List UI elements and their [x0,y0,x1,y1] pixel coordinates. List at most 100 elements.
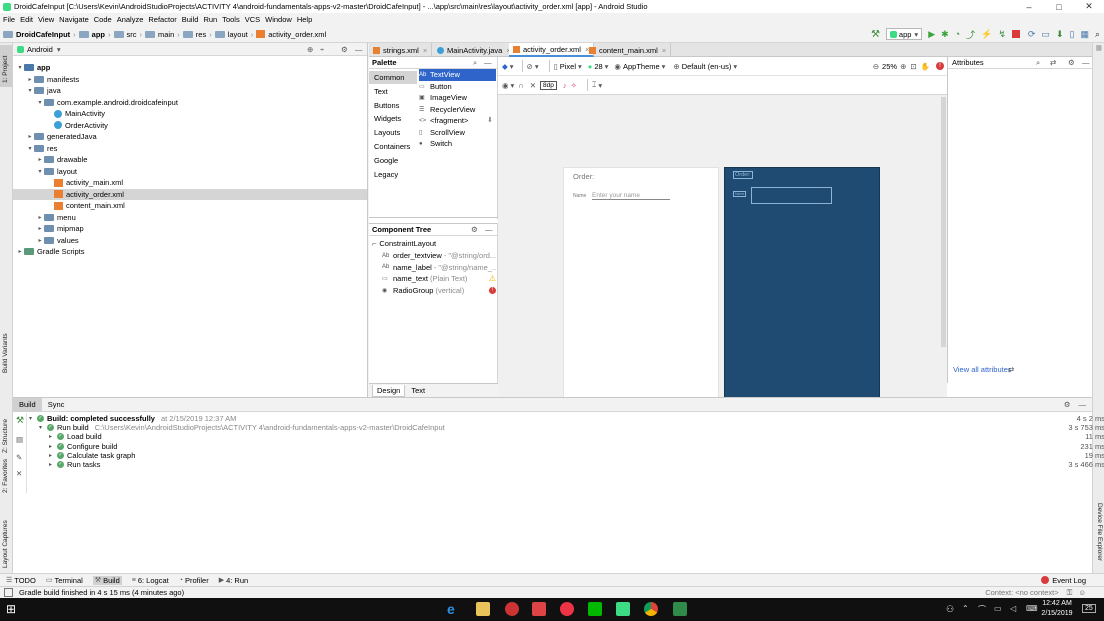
tool-window-profiler[interactable]: ◔ Profiler [179,576,209,585]
volume-icon[interactable]: ◁ [1010,604,1016,613]
hammer-icon[interactable]: ⚒ [16,415,24,426]
api-select[interactable]: 28 [594,62,602,71]
breadcrumb-project[interactable]: DroidCafeInput [16,30,70,39]
order-label[interactable]: Order: [573,172,594,181]
build-row[interactable]: ▸ ✓ Calculate task graph 19 ms [29,451,1104,460]
palette-widget[interactable]: ▭ Button [419,81,452,93]
component-item[interactable]: Ab order_textview - "@string/ord... [382,250,496,262]
zoom-fit-icon[interactable]: ⊡ [910,62,916,71]
tree-item[interactable]: ▸ drawable [13,154,367,166]
close-icon[interactable]: ✕ [16,469,22,478]
gear-icon[interactable]: ⚙ [1064,400,1071,409]
menu-item-code[interactable]: Code [94,15,112,24]
project-view-select[interactable]: Android [27,45,53,54]
download-icon[interactable]: ⬇ [487,116,493,124]
collapsed-arrow-icon[interactable]: ▸ [36,225,44,232]
default-margin[interactable]: 8dp [540,80,557,90]
tree-item[interactable]: ▸ mipmap [13,223,367,235]
eye-icon[interactable]: ◉ [502,81,509,90]
clock-date[interactable]: 2/15/2019 [1040,610,1074,617]
tab-build[interactable]: Build [13,397,42,412]
collapsed-arrow-icon[interactable]: ▸ [49,461,57,468]
hide-icon[interactable]: — [1082,58,1090,67]
palette-category[interactable]: Buttons [369,99,417,112]
apply-changes-icon[interactable]: ⚡ [981,29,992,40]
pin-icon[interactable]: ✎ [16,453,22,462]
tree-item[interactable]: ▾ layout [13,166,367,178]
tab-text[interactable]: Text [405,385,431,396]
collapsed-arrow-icon[interactable]: ▸ [49,443,57,450]
editor-tab[interactable]: activity_order.xml × [509,43,595,57]
avd-manager-icon[interactable]: ▭ [1041,29,1050,40]
hide-icon[interactable]: — [355,45,363,54]
name-label[interactable]: Name [573,193,586,199]
gear-icon[interactable]: ⚙ [341,45,348,54]
tree-item[interactable]: OrderActivity [13,120,367,132]
debug-icon[interactable]: ✱ [941,29,949,40]
favorites-label[interactable]: 2: Favorites [2,459,9,493]
build-variants-label[interactable]: Build Variants [2,333,9,373]
collapsed-arrow-icon[interactable]: ▸ [36,214,44,221]
orientation-icon[interactable]: ⊘ [527,62,533,71]
tree-item[interactable]: ▾ com.example.android.droidcafeinput [13,97,367,109]
canvas-scrollbar[interactable] [941,97,946,347]
edge-icon[interactable]: e [447,602,461,616]
menu-item-help[interactable]: Help [297,15,312,24]
tree-item[interactable]: activity_order.xml [13,188,367,200]
tool-window-todo[interactable]: ☰ TODO [6,576,36,585]
theme-select[interactable]: AppTheme [623,62,660,71]
expanded-arrow-icon[interactable]: ▾ [39,424,47,431]
tray-chevron-icon[interactable]: ⌃ [962,604,969,613]
project-structure-icon[interactable]: ▦ [1080,29,1089,40]
collapsed-arrow-icon[interactable]: ▸ [36,156,44,163]
structure-label[interactable]: Z: Structure [2,419,9,453]
tree-item[interactable]: ▾ java [13,85,367,97]
expanded-arrow-icon[interactable]: ▾ [26,87,34,94]
name-input[interactable]: Enter your name [592,192,670,200]
palette-category[interactable]: Legacy [369,168,417,181]
build-row[interactable]: ▸ ✓ Configure build 231 ms [29,442,1104,451]
hide-icon[interactable]: — [1079,400,1087,409]
infer-constraints-icon[interactable]: ♪ [563,81,567,90]
tree-item[interactable]: content_main.xml [13,200,367,212]
stop-icon[interactable] [1011,30,1020,38]
swap-icon[interactable]: ⇄ [1008,365,1014,374]
zoom-out-icon[interactable]: ⊖ [873,62,879,71]
tree-item[interactable]: MainActivity [13,108,367,120]
design-screen[interactable]: Order: Name Enter your name [563,167,719,425]
expanded-arrow-icon[interactable]: ▾ [36,99,44,106]
gift-icon[interactable] [532,602,546,616]
expanded-arrow-icon[interactable]: ▾ [16,64,24,71]
android-studio-taskbar-icon[interactable] [616,602,630,616]
menu-item-build[interactable]: Build [182,15,199,24]
event-log-button[interactable]: Event Log [1052,576,1086,585]
close-tab-icon[interactable]: × [662,46,666,55]
error-icon[interactable]: ! [489,286,496,294]
layers-icon[interactable]: ◆ [502,62,508,71]
pan-icon[interactable]: ✋ [921,62,930,71]
layout-captures-label[interactable]: Layout Captures [2,520,9,568]
palette-widget[interactable]: ▯ ScrollView [419,127,465,139]
project-tool-label[interactable]: 1: Project [2,56,9,83]
breadcrumb-app[interactable]: app [92,30,105,39]
palette-category[interactable]: Google [369,154,417,167]
collapsed-arrow-icon[interactable]: ▸ [36,237,44,244]
collapsed-arrow-icon[interactable]: ▸ [49,433,57,440]
file-explorer-icon[interactable] [476,602,490,616]
menu-item-navigate[interactable]: Navigate [59,15,89,24]
zoom-in-icon[interactable]: ⊕ [900,62,906,71]
menu-item-view[interactable]: View [38,15,54,24]
expanded-arrow-icon[interactable]: ▾ [36,168,44,175]
collapsed-arrow-icon[interactable]: ▸ [16,248,24,255]
tree-item[interactable]: activity_main.xml [13,177,367,189]
tool-window-build[interactable]: ⚒ Build [92,575,122,585]
device-file-explorer-label[interactable]: Device File Explorer [1096,503,1103,561]
device-select[interactable]: Pixel [560,62,576,71]
component-root[interactable]: ⌐ ConstraintLayout [372,238,436,250]
network-icon[interactable]: ⌒ [978,604,986,615]
swap-view-icon[interactable]: ⇄ [1050,58,1056,67]
build-row[interactable]: ▾ ✓ Build: completed successfully at 2/15/2… [29,414,1104,423]
tool-window-run[interactable]: ▶ 4: Run [219,576,249,585]
breadcrumb-file[interactable]: activity_order.xml [268,30,326,39]
hide-icon[interactable]: — [484,58,492,67]
